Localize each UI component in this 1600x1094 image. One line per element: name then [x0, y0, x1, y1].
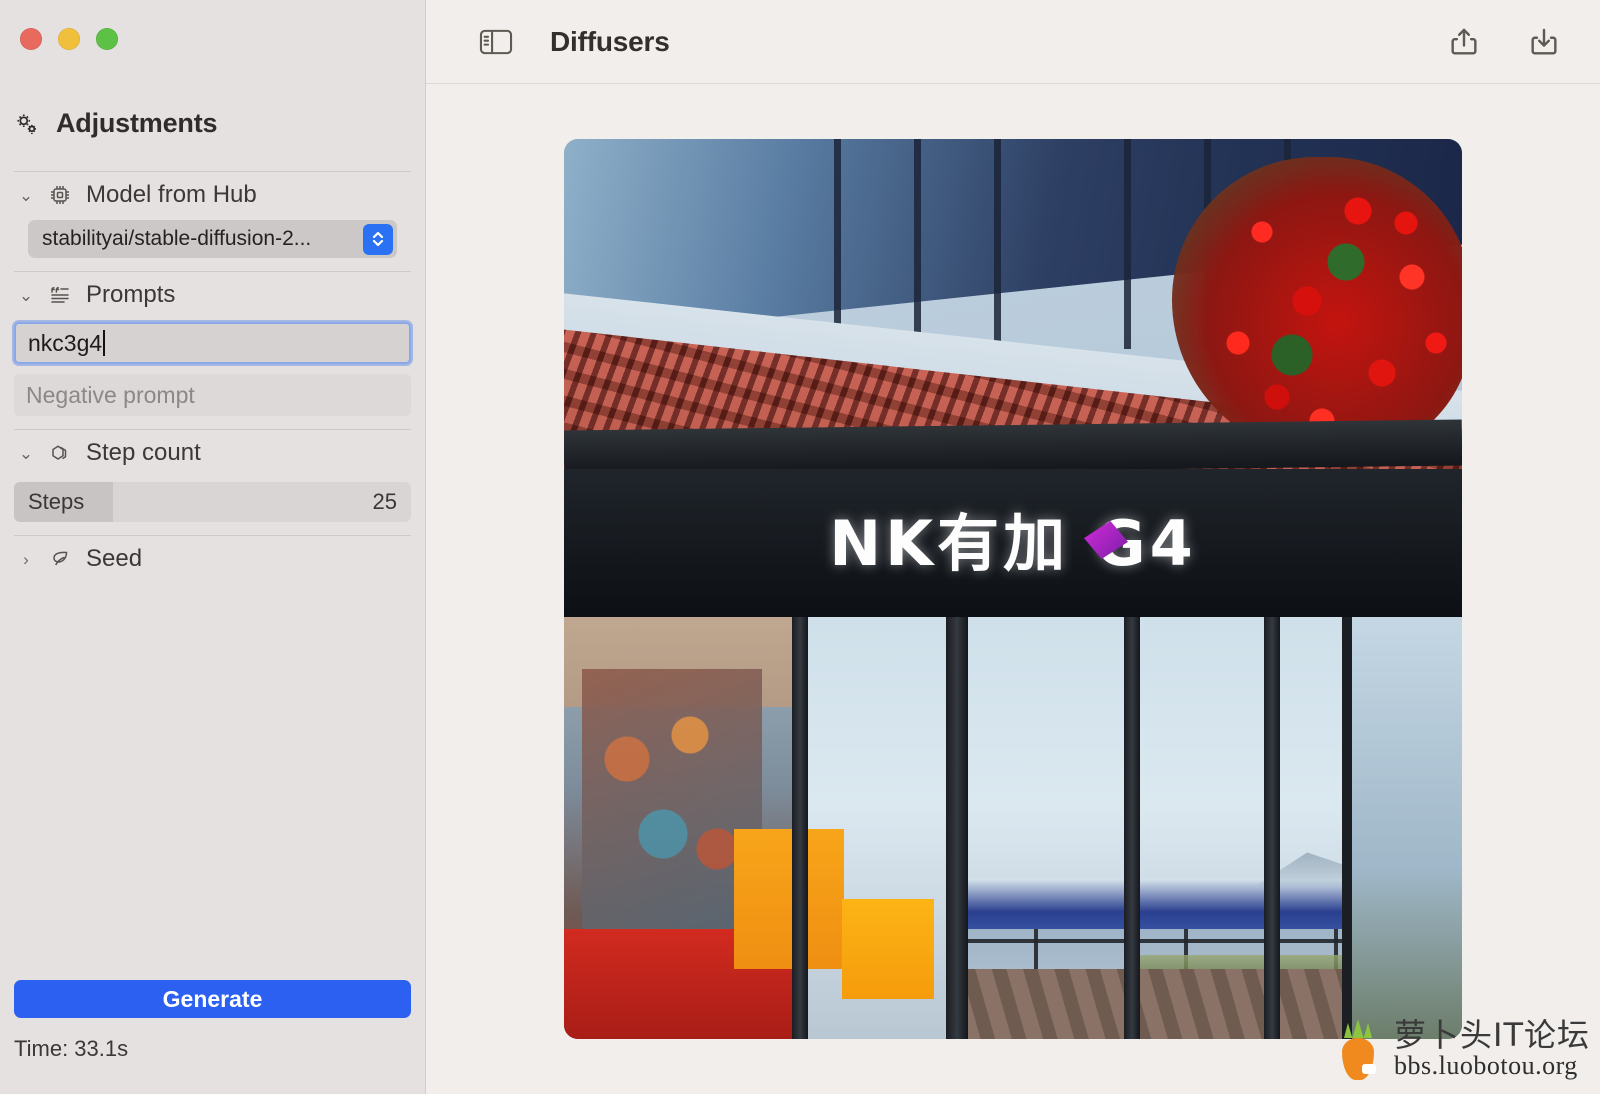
section-header-seed[interactable]: › Seed — [14, 536, 411, 582]
image-orange-panel — [734, 829, 844, 969]
section-seed: › Seed — [0, 536, 425, 582]
app-title: Diffusers — [550, 25, 670, 57]
image-column — [1264, 617, 1280, 1039]
watermark: 萝卜头IT论坛 bbs.luobotou.org — [1334, 1018, 1590, 1080]
chevron-right-icon[interactable]: › — [18, 551, 34, 568]
section-header-model[interactable]: ⌄ Model from Hub — [14, 172, 411, 218]
section-step-count: ⌄ Step count — [0, 430, 425, 476]
section-header-step-count[interactable]: ⌄ Step count — [14, 430, 411, 476]
model-select-row: stabilityai/stable-diffusion-2... — [14, 220, 411, 258]
quote-lines-icon — [47, 282, 73, 308]
section-header-prompts[interactable]: ⌄ Prompts — [14, 272, 411, 318]
chevron-down-icon[interactable]: ⌄ — [18, 187, 34, 204]
model-select[interactable]: stabilityai/stable-diffusion-2... — [28, 220, 397, 258]
image-column — [1124, 617, 1140, 1039]
section-label-step-count: Step count — [86, 439, 201, 466]
sidebar-header: Adjustments — [14, 108, 218, 139]
chevron-down-icon[interactable]: ⌄ — [18, 445, 34, 462]
image-column — [792, 617, 808, 1039]
steps-slider[interactable]: Steps 25 — [14, 482, 411, 522]
steps-slider-value: 25 — [372, 489, 397, 514]
negative-prompt-placeholder: Negative prompt — [26, 381, 195, 408]
watermark-url: bbs.luobotou.org — [1394, 1051, 1578, 1081]
image-window-mullion — [1124, 139, 1131, 349]
section-label-prompts: Prompts — [86, 281, 176, 308]
image-canvas: NK有加 G4 — [426, 84, 1600, 1094]
image-window-mullion — [914, 139, 921, 349]
chevron-down-icon[interactable]: ⌄ — [18, 287, 34, 304]
toolbar: Diffusers — [426, 0, 1600, 84]
prompt-fields: nkc3g4 Negative prompt — [0, 322, 425, 416]
minimize-button[interactable] — [58, 28, 80, 50]
steps-slider-label: Steps — [28, 489, 85, 514]
steps-slider-row: Steps 25 — [0, 482, 425, 522]
prompt-input-value: nkc3g4 — [28, 329, 103, 356]
prompt-input[interactable]: nkc3g4 — [14, 322, 411, 364]
carrot-icon — [1334, 1018, 1382, 1080]
generated-image[interactable]: NK有加 G4 — [564, 139, 1462, 1039]
chevron-updown-icon[interactable] — [363, 223, 393, 255]
generate-button-wrap: Generate — [14, 980, 411, 1018]
section-label-model: Model from Hub — [86, 181, 257, 208]
cube-icon — [47, 440, 73, 466]
maximize-button[interactable] — [96, 28, 118, 50]
leaf-icon — [47, 546, 73, 572]
model-select-value: stabilityai/stable-diffusion-2... — [42, 227, 312, 250]
sidebar-toggle-icon[interactable] — [470, 16, 522, 68]
window-traffic-lights — [20, 28, 118, 50]
page-title: Adjustments — [56, 108, 218, 138]
image-window-mullion — [994, 139, 1001, 349]
generation-time-label: Time: 33.1s — [14, 1036, 129, 1061]
share-icon[interactable] — [1438, 16, 1490, 68]
image-column — [946, 617, 968, 1039]
generate-button[interactable]: Generate — [14, 980, 411, 1018]
adjustments-sidebar: Adjustments ⌄ Model from Hub stabilityai… — [0, 0, 426, 1094]
image-yellow-panel — [842, 899, 934, 999]
image-window-mullion — [834, 139, 841, 349]
download-icon[interactable] — [1518, 16, 1570, 68]
image-right-window — [1342, 617, 1462, 1039]
chip-icon — [47, 182, 73, 208]
app-window: Adjustments ⌄ Model from Hub stabilityai… — [0, 0, 1600, 1094]
close-button[interactable] — [20, 28, 42, 50]
watermark-text: 萝卜头IT论坛 bbs.luobotou.org — [1394, 1015, 1590, 1081]
image-signboard: NK有加 G4 — [564, 469, 1462, 619]
text-caret — [103, 330, 106, 356]
watermark-name: 萝卜头IT论坛 — [1394, 1015, 1590, 1054]
main-content: Diffusers NK有加 G4 萝卜头IT论坛 bbs.luobotou.o… — [426, 0, 1600, 1094]
image-sign-text: NK有加 G4 — [829, 507, 1197, 580]
negative-prompt-input[interactable]: Negative prompt — [14, 374, 411, 416]
section-label-seed: Seed — [86, 545, 143, 572]
section-model-from-hub: ⌄ Model from Hub stabilityai/stable-diff… — [0, 172, 425, 258]
gears-icon — [14, 111, 40, 137]
section-prompts: ⌄ Prompts — [0, 272, 425, 318]
